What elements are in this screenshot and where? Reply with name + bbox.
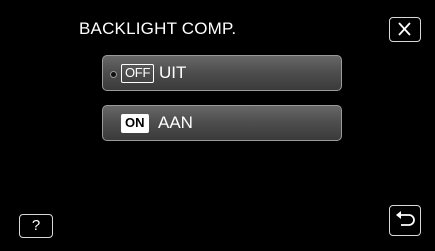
return-arrow-icon (396, 211, 415, 226)
off-badge-icon: OFF (121, 64, 155, 83)
close-x-icon (398, 22, 411, 36)
back-button[interactable] (389, 205, 421, 236)
close-button[interactable] (389, 17, 421, 42)
option-off-button[interactable]: OFF UIT (102, 55, 342, 91)
camera-menu-screen: BACKLIGHT COMP. OFF UIT ON AAN ? (0, 0, 435, 251)
menu-title: BACKLIGHT COMP. (79, 19, 237, 38)
on-badge-icon: ON (121, 114, 149, 133)
option-on-label: AAN (158, 113, 193, 132)
option-on-button[interactable]: ON AAN (102, 105, 342, 141)
selected-indicator-icon (110, 71, 117, 78)
option-off-label: UIT (159, 63, 187, 82)
help-button[interactable]: ? (19, 214, 53, 238)
